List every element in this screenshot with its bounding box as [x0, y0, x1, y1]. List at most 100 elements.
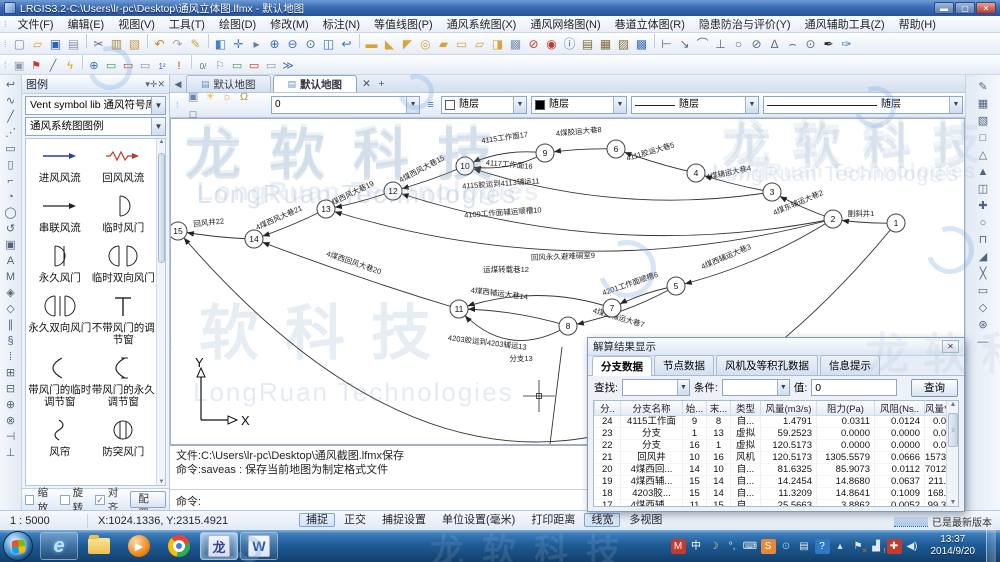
- find-combo[interactable]: ▼: [622, 379, 690, 396]
- zoom-extent-icon[interactable]: ⊙: [302, 35, 319, 52]
- graph-node-4[interactable]: 4: [687, 164, 705, 182]
- rect-tool-icon[interactable]: ▭: [2, 141, 19, 157]
- menu-通风辅助工具[interactable]: 通风辅助工具(Z): [798, 18, 892, 32]
- maximize-button[interactable]: ▢: [955, 2, 975, 14]
- symbol-lib-combo[interactable]: Vent symbol lib 通风符号库 ▼: [25, 96, 166, 115]
- value-input[interactable]: [811, 379, 897, 396]
- tab-add-icon[interactable]: +: [374, 76, 389, 92]
- menu-文件[interactable]: 文件(F): [11, 18, 61, 32]
- query-button[interactable]: 查询: [911, 379, 958, 397]
- chevron-down-icon[interactable]: ▼: [151, 118, 165, 135]
- graph-node-2[interactable]: 2: [824, 210, 842, 228]
- scroll-up-icon[interactable]: ▲: [947, 401, 959, 408]
- taskbar-app-wmp[interactable]: ▶: [120, 532, 158, 560]
- graph-node-3[interactable]: 3: [763, 183, 781, 201]
- table-row[interactable]: 21回风井1016风机120.51731305.55790.0666157342…: [595, 452, 960, 464]
- close-icon[interactable]: ✕: [157, 79, 165, 89]
- diamond-icon[interactable]: ◇: [2, 301, 19, 317]
- layer-manager-icon[interactable]: ≡: [423, 97, 439, 113]
- measure-arc-icon[interactable]: ⌒: [694, 35, 711, 52]
- legend-item-outburst-door[interactable]: 防突风门: [92, 417, 156, 458]
- tray-keyboard-icon[interactable]: ⌨: [743, 539, 758, 554]
- dash-icon[interactable]: —: [975, 334, 992, 350]
- table-header[interactable]: 阻力(Pa): [817, 401, 875, 416]
- legend-item-series-flow[interactable]: 串联风流: [28, 193, 92, 234]
- draw-halfrect-icon[interactable]: ◨: [489, 35, 506, 52]
- tray-ime-chinese-icon[interactable]: 中: [689, 539, 704, 554]
- menu-通风系统图[interactable]: 通风系统图(X): [440, 18, 524, 32]
- draw-polygon-icon[interactable]: ▰: [435, 35, 452, 52]
- cut-icon[interactable]: ✂: [90, 35, 107, 52]
- split-box-icon[interactable]: ◫: [975, 181, 992, 197]
- table-header[interactable]: 末...: [707, 401, 731, 416]
- align-grid-icon[interactable]: ⊞: [2, 365, 19, 381]
- text-m-icon[interactable]: M: [2, 269, 19, 285]
- pie-tool-icon[interactable]: ◔: [2, 189, 19, 205]
- zoom-1-1-icon[interactable]: ◫: [320, 35, 337, 52]
- lock-open-icon[interactable]: Ω: [236, 89, 252, 105]
- triangle-outline-icon[interactable]: △: [975, 147, 992, 163]
- dots-icon[interactable]: ⋰: [2, 125, 19, 141]
- folder-edit-icon[interactable]: ▨: [615, 35, 632, 52]
- graph-edge[interactable]: [550, 347, 562, 444]
- table-header[interactable]: 分..: [595, 401, 621, 416]
- legend-item-perm-door[interactable]: 永久风门: [28, 243, 92, 284]
- graph-edge[interactable]: [326, 209, 833, 251]
- scroll-thumb[interactable]: ≡: [948, 413, 958, 447]
- menu-工具[interactable]: 工具(T): [162, 18, 212, 32]
- dotted-col-icon[interactable]: ⁞: [2, 349, 19, 365]
- legend-group-combo[interactable]: 通风系统图图例 ▼: [25, 117, 166, 136]
- layer-property-combo-3[interactable]: 随层▼: [763, 96, 963, 114]
- draw-line-icon[interactable]: ▬: [363, 35, 380, 52]
- slash-line-icon[interactable]: ╱: [2, 109, 19, 125]
- tray-document-icon[interactable]: ▤: [797, 539, 812, 554]
- cross-x-icon[interactable]: ╳: [975, 266, 992, 282]
- graph-node-12[interactable]: 12: [384, 182, 402, 200]
- legend-item-regulator-no-door[interactable]: 不带风门的调节窗: [92, 293, 156, 346]
- tray-m-app-icon[interactable]: M: [671, 539, 686, 554]
- table-header[interactable]: 类型: [731, 401, 761, 416]
- tray-network-icon[interactable]: ▟!: [869, 539, 884, 554]
- rect-delete2-icon[interactable]: ▭: [246, 58, 262, 74]
- legend-item-perm-double-door[interactable]: 永久双向风门: [28, 293, 92, 346]
- status-toggle-线宽[interactable]: 线宽: [584, 513, 620, 527]
- menu-通风网络图[interactable]: 通风网络图(N): [523, 18, 607, 32]
- text-a-icon[interactable]: A: [2, 253, 19, 269]
- update-link[interactable]: [894, 517, 928, 527]
- square-icon[interactable]: □: [975, 130, 992, 146]
- checkbox-缩放[interactable]: [25, 495, 34, 505]
- scroll-thumb[interactable]: [158, 153, 165, 263]
- numbering-icon[interactable]: 1²: [154, 58, 170, 74]
- ratio-icon[interactable]: 0/: [195, 58, 211, 74]
- measure-circle-icon[interactable]: ○: [730, 35, 747, 52]
- star-circle-icon[interactable]: ⊛: [975, 317, 992, 333]
- measure-h-icon[interactable]: ⊢: [658, 35, 675, 52]
- target-icon[interactable]: ◉: [543, 35, 560, 52]
- undo-icon[interactable]: ↶: [151, 35, 168, 52]
- menu-编辑[interactable]: 编辑(E): [61, 18, 112, 32]
- paste-icon[interactable]: ▧: [126, 35, 143, 52]
- graph-node-10[interactable]: 10: [456, 157, 474, 175]
- table-row[interactable]: 244115工作面98自...1.47910.03110.01240.0460: [595, 416, 960, 428]
- tab-close-icon[interactable]: ✕: [359, 76, 374, 92]
- legend-item-air-curtain[interactable]: 风帘: [28, 417, 92, 458]
- menu-隐患防治与评价[interactable]: 隐患防治与评价(Y): [692, 18, 798, 32]
- menu-巷道立体图[interactable]: 巷道立体图(R): [608, 18, 692, 32]
- graph-node-15[interactable]: 15: [171, 222, 187, 240]
- edit-box-icon[interactable]: ▦: [597, 35, 614, 52]
- format-painter-icon[interactable]: ✎: [187, 35, 204, 52]
- align-plus-icon[interactable]: ⊕: [2, 397, 19, 413]
- start-button[interactable]: [3, 531, 33, 561]
- circle-icon[interactable]: ○: [975, 215, 992, 231]
- chevrons-icon[interactable]: ≫: [280, 58, 296, 74]
- tab-default-map-2[interactable]: ▤ 默认地图: [273, 75, 358, 92]
- rect-ref2-icon[interactable]: ▭: [263, 58, 279, 74]
- checkbox-旋转[interactable]: [60, 495, 69, 505]
- legend-item-intake-flow[interactable]: 进风风流: [28, 143, 92, 184]
- tray-moon-icon[interactable]: ☽: [707, 539, 722, 554]
- section-icon[interactable]: §: [2, 333, 19, 349]
- minimize-button[interactable]: ▬: [934, 2, 954, 14]
- menu-标注[interactable]: 标注(N): [316, 18, 367, 32]
- parallel-icon[interactable]: ∥: [2, 317, 19, 333]
- results-dialog[interactable]: 解算结果显示 ✕ 分支数据节点数据风机及等积孔数据信息提示 查找: ▼ 条件: …: [587, 337, 965, 512]
